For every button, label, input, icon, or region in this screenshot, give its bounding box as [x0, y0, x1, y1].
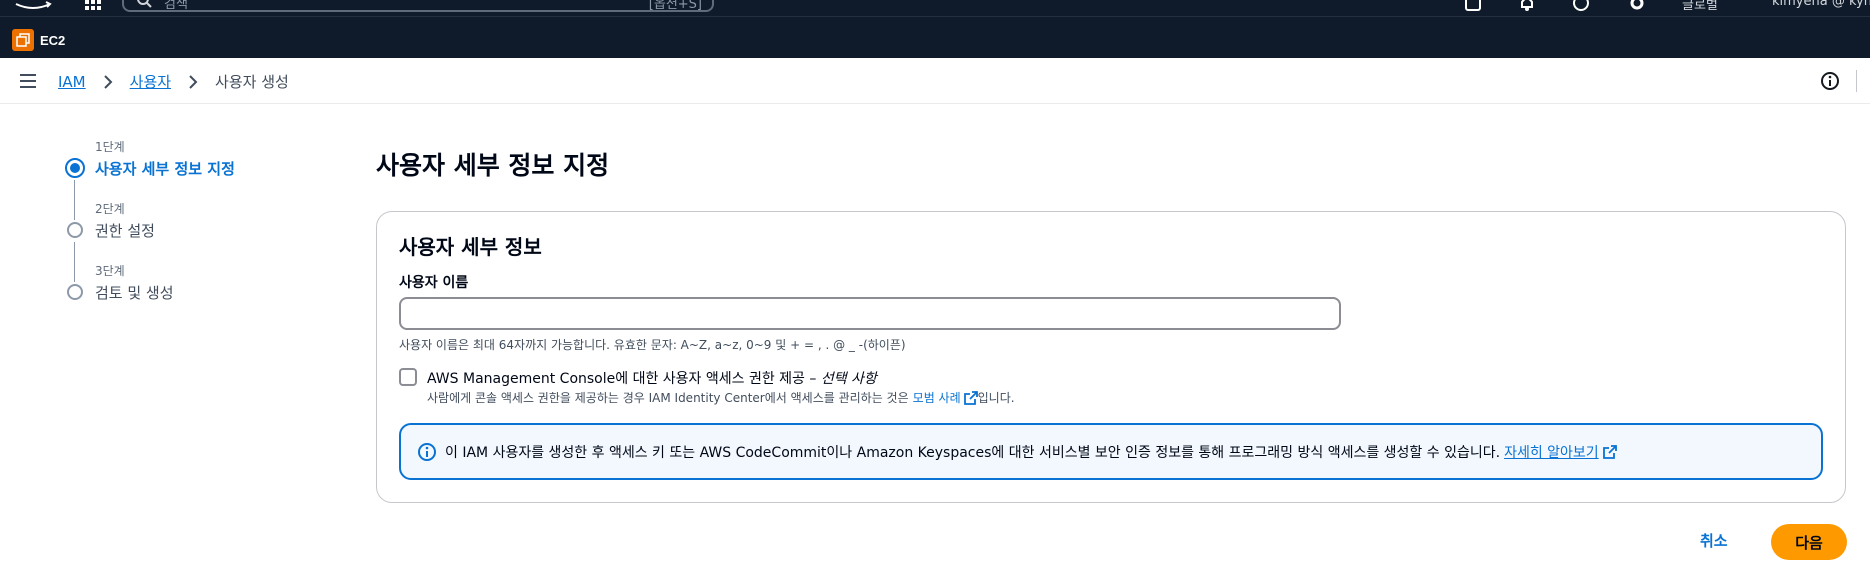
- step-label: 사용자 세부 정보 지정: [95, 160, 235, 178]
- step-number: 2단계: [95, 202, 125, 216]
- console-access-checkbox[interactable]: [399, 368, 417, 386]
- container-title: 사용자 세부 정보: [399, 235, 542, 259]
- info-panel-icon[interactable]: [1820, 71, 1840, 91]
- username-input[interactable]: [399, 297, 1341, 330]
- info-icon: [418, 443, 436, 461]
- help-icon[interactable]: [1572, 0, 1590, 12]
- breadcrumb-link-iam[interactable]: IAM: [58, 73, 86, 91]
- step-number: 3단계: [95, 264, 125, 278]
- alert-text: 이 IAM 사용자를 생성한 후 액세스 키 또는 AWS CodeCommit…: [445, 445, 1501, 461]
- divider: [1856, 70, 1857, 92]
- search-icon: [137, 0, 152, 8]
- console-access-desc-suffix: 입니다.: [977, 391, 1015, 405]
- console-access-desc-text: 사람에게 콘솔 액세스 권한을 제공하는 경우 IAM Identity Cen…: [427, 391, 909, 405]
- breadcrumb: IAM 사용자 사용자 생성: [58, 71, 289, 92]
- external-link-icon: [1602, 445, 1617, 459]
- cancel-button[interactable]: 취소: [1700, 530, 1728, 551]
- favorite-service-ec2[interactable]: EC2: [12, 29, 65, 51]
- next-button[interactable]: 다음: [1771, 524, 1847, 560]
- breadcrumb-current: 사용자 생성: [215, 73, 289, 91]
- chevron-right-icon: [103, 74, 113, 89]
- step-label: 검토 및 생성: [95, 284, 174, 302]
- username-constraint-text: 사용자 이름은 최대 64자까지 가능합니다. 유효한 문자: A~Z, a~z…: [399, 338, 906, 352]
- username-label: 사용자 이름: [399, 275, 469, 291]
- external-link-icon: [963, 390, 978, 405]
- user-details-container: 사용자 세부 정보 사용자 이름 사용자 이름은 최대 64자까지 가능합니다.…: [376, 211, 1846, 503]
- best-practice-link-label: 모범 사례: [912, 391, 961, 405]
- top-navigation: 검색 [옵션+S] 글로벌 kimyena @ kyna: [0, 0, 1870, 16]
- learn-more-link-label: 자세히 알아보기: [1504, 445, 1599, 461]
- favorites-bar: EC2: [0, 16, 1870, 58]
- breadcrumb-bar: IAM 사용자 사용자 생성: [0, 58, 1870, 104]
- favorite-service-label: EC2: [40, 32, 66, 48]
- services-menu-icon[interactable]: [84, 0, 102, 10]
- wizard-step-2[interactable]: 2단계 권한 설정: [64, 198, 344, 282]
- console-access-optional: 선택 사항: [820, 371, 877, 387]
- account-menu[interactable]: kimyena @ kyna: [1772, 0, 1870, 9]
- hamburger-menu-icon[interactable]: [18, 71, 38, 91]
- learn-more-link[interactable]: 자세히 알아보기: [1504, 442, 1617, 462]
- aws-logo[interactable]: [14, 0, 52, 12]
- page-title: 사용자 세부 정보 지정: [376, 151, 610, 180]
- ec2-service-icon: [12, 29, 34, 51]
- step-radio-icon: [67, 284, 83, 300]
- step-radio-icon: [67, 222, 83, 238]
- console-access-label[interactable]: AWS Management Console에 대한 사용자 액세스 권한 제공…: [427, 368, 877, 388]
- wizard-steps: 1단계 사용자 세부 정보 지정 2단계 권한 설정 3단계 검토 및 생성: [64, 136, 344, 322]
- search-input[interactable]: 검색 [옵션+S]: [122, 0, 714, 12]
- chevron-right-icon: [189, 74, 198, 89]
- breadcrumb-link-users[interactable]: 사용자: [130, 71, 171, 92]
- info-alert: 이 IAM 사용자를 생성한 후 액세스 키 또는 AWS CodeCommit…: [399, 423, 1823, 480]
- settings-gear-icon[interactable]: [1628, 0, 1646, 12]
- cloudshell-icon[interactable]: [1464, 0, 1482, 12]
- wizard-step-3[interactable]: 3단계 검토 및 생성: [64, 260, 344, 322]
- alert-message: 이 IAM 사용자를 생성한 후 액세스 키 또는 AWS CodeCommit…: [445, 442, 1617, 462]
- region-selector[interactable]: 글로벌: [1682, 0, 1718, 13]
- step-number: 1단계: [95, 140, 125, 154]
- console-access-description: 사람에게 콘솔 액세스 권한을 제공하는 경우 IAM Identity Cen…: [427, 389, 1015, 406]
- step-active-radio-icon: [65, 158, 85, 178]
- wizard-step-1[interactable]: 1단계 사용자 세부 정보 지정: [64, 136, 344, 220]
- best-practice-link[interactable]: 모범 사례: [913, 389, 978, 406]
- step-label: 권한 설정: [95, 222, 155, 240]
- search-placeholder: 검색: [164, 0, 188, 12]
- search-shortcut: [옵션+S]: [648, 0, 702, 12]
- notifications-bell-icon[interactable]: [1518, 0, 1536, 12]
- console-access-label-text: AWS Management Console에 대한 사용자 액세스 권한 제공…: [427, 371, 821, 387]
